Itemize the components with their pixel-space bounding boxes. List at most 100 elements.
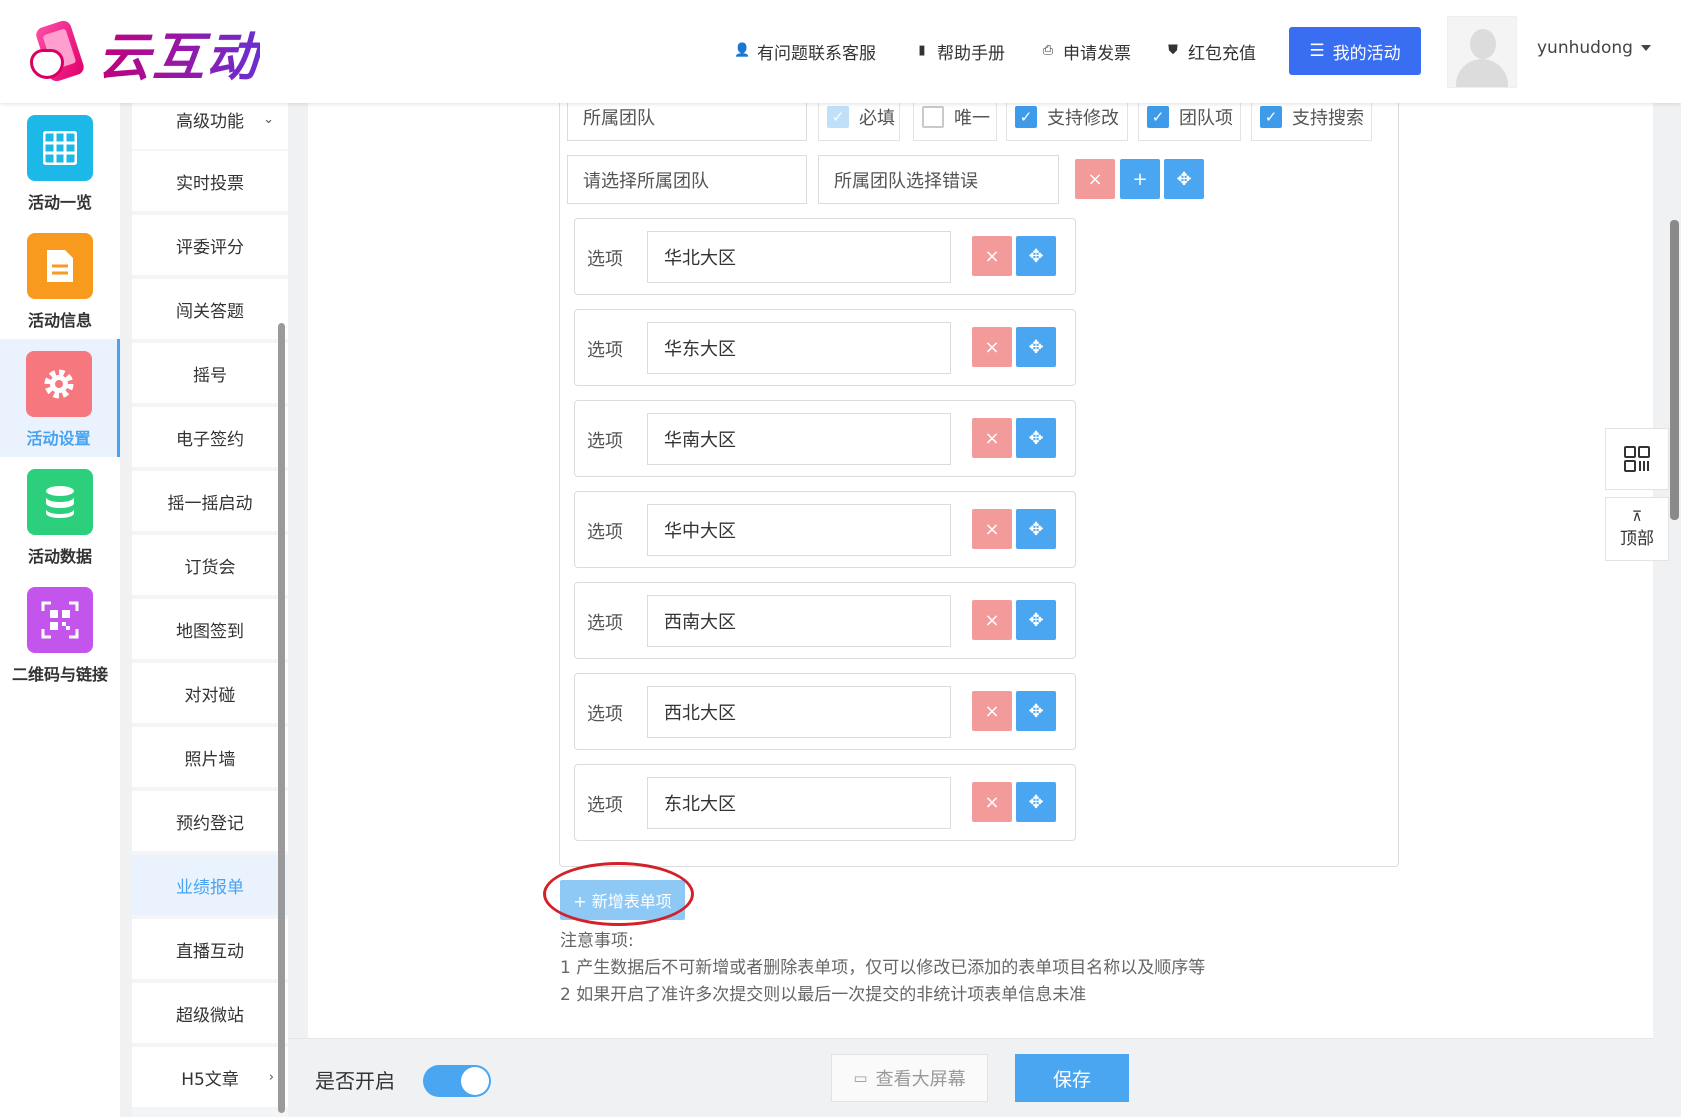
contact-support-link[interactable]: 👤 有问题联系客服 [734, 26, 876, 76]
option-input[interactable]: 西北大区 [647, 686, 951, 738]
page-scrollbar[interactable] [1670, 220, 1679, 520]
notes-section: 注意事项: 1 产生数据后不可新增或者删除表单项，仅可以修改已添加的表单项目名称… [560, 928, 1205, 1009]
menu-item-live-vote[interactable]: 实时投票 [132, 151, 288, 211]
qrcode-icon [1624, 446, 1650, 472]
add-option-button[interactable]: + [1120, 159, 1160, 199]
move-icon: ✥ [1028, 518, 1044, 540]
option-input[interactable]: 华东大区 [647, 322, 951, 374]
qrcode-float-button[interactable] [1605, 428, 1669, 490]
option-input[interactable]: 华北大区 [647, 231, 951, 283]
menu-item-reservation[interactable]: 预约登记 [132, 791, 288, 851]
user-plus-icon: 👤 [734, 43, 751, 58]
option-row: 选项 华东大区 × ✥ [574, 309, 1076, 386]
move-option-button[interactable]: ✥ [1016, 327, 1056, 367]
option-row: 选项 西南大区 × ✥ [574, 582, 1076, 659]
option-input[interactable]: 西南大区 [647, 595, 951, 647]
delete-option-button[interactable]: × [972, 600, 1012, 640]
move-icon: ✥ [1176, 168, 1192, 190]
bottom-action-bar: 是否开启 ▭ 查看大屏幕 保存 [288, 1038, 1653, 1117]
option-input[interactable]: 华中大区 [647, 504, 951, 556]
qrcode-icon [27, 587, 93, 653]
close-icon: × [984, 518, 1000, 540]
delete-option-button[interactable]: × [972, 327, 1012, 367]
check-icon: ✓ [1147, 106, 1169, 128]
back-to-top-button[interactable]: ⊼ 顶部 [1605, 497, 1669, 561]
arrow-up-icon: ⊼ [1631, 508, 1643, 525]
phone-logo-icon [28, 18, 90, 85]
my-activity-button[interactable]: ☰ 我的活动 [1289, 27, 1421, 75]
save-button[interactable]: 保存 [1015, 1054, 1129, 1102]
close-icon: × [984, 245, 1000, 267]
menu-item-quiz[interactable]: 闯关答题 [132, 279, 288, 339]
check-icon: ✓ [827, 106, 849, 128]
avatar[interactable] [1447, 16, 1517, 88]
option-input[interactable]: 东北大区 [647, 777, 951, 829]
printer-icon: ⎙ [1042, 43, 1054, 58]
red-packet-recharge-link[interactable]: ⛊ 红包充值 [1165, 26, 1256, 76]
move-option-button[interactable]: ✥ [1016, 418, 1056, 458]
list-icon: ☰ [1309, 41, 1325, 61]
logo[interactable]: 云互动 [28, 12, 298, 92]
delete-option-button[interactable]: × [972, 691, 1012, 731]
gear-icon [25, 351, 92, 417]
close-icon: × [984, 609, 1000, 631]
menu-item-match[interactable]: 对对碰 [132, 663, 288, 723]
view-big-screen-button[interactable]: ▭ 查看大屏幕 [831, 1054, 988, 1102]
menu-item-e-sign[interactable]: 电子签约 [132, 407, 288, 467]
option-input[interactable]: 华南大区 [647, 413, 951, 465]
option-row: 选项 华南大区 × ✥ [574, 400, 1076, 477]
document-icon [27, 233, 93, 299]
plus-icon: + [1132, 168, 1148, 190]
enable-toggle[interactable] [423, 1065, 491, 1097]
option-row: 选项 华北大区 × ✥ [574, 218, 1076, 295]
sidebar-item-activity-list[interactable]: 活动一览 [0, 103, 120, 221]
move-icon: ✥ [1028, 609, 1044, 631]
placeholder-input[interactable]: 请选择所属团队 [567, 155, 807, 204]
menu-item-micro-site[interactable]: 超级微站 [132, 983, 288, 1043]
menu-item-h5-article[interactable]: H5文章 › [132, 1047, 288, 1107]
move-option-button[interactable]: ✥ [1016, 600, 1056, 640]
close-icon: × [984, 427, 1000, 449]
database-icon [27, 469, 93, 535]
note-line: 2 如果开启了准许多次提交则以最后一次提交的非统计项表单信息未准 [560, 985, 1087, 1005]
menu-item-order-fair[interactable]: 订货会 [132, 535, 288, 595]
invoice-link[interactable]: ⎙ 申请发票 [1040, 26, 1131, 76]
help-manual-link[interactable]: ▮ 帮助手册 [914, 26, 1005, 76]
move-icon: ✥ [1028, 336, 1044, 358]
highlight-circle [543, 862, 694, 926]
menu-item-photo-wall[interactable]: 照片墙 [132, 727, 288, 787]
option-row: 选项 华中大区 × ✥ [574, 491, 1076, 568]
menu-scrollbar[interactable] [278, 323, 285, 1113]
move-option-button[interactable]: ✥ [1016, 782, 1056, 822]
error-message-input[interactable]: 所属团队选择错误 [818, 155, 1059, 204]
shield-check-icon: ⛊ [1168, 43, 1178, 58]
menu-item-live-interaction[interactable]: 直播互动 [132, 919, 288, 979]
user-menu[interactable]: yunhudong [1537, 38, 1651, 58]
sidebar-item-activity-settings[interactable]: 活动设置 [0, 339, 120, 457]
move-option-button[interactable]: ✥ [1016, 691, 1056, 731]
move-option-button[interactable]: ✥ [1016, 236, 1056, 276]
close-icon: × [1087, 168, 1103, 190]
close-icon: × [984, 700, 1000, 722]
top-header: 云互动 👤 有问题联系客服 ▮ 帮助手册 ⎙ 申请发票 ⛊ 红包充值 ☰ 我的活动 yun… [0, 0, 1681, 103]
menu-item-performance-report[interactable]: 业绩报单 [132, 855, 288, 915]
delete-option-button[interactable]: × [972, 236, 1012, 276]
book-icon: ▮ [918, 43, 926, 58]
option-row: 选项 东北大区 × ✥ [574, 764, 1076, 841]
sidebar-item-qrcode-links[interactable]: 二维码与链接 [0, 575, 120, 693]
form-item-container [559, 100, 1399, 867]
move-field-button[interactable]: ✥ [1164, 159, 1204, 199]
delete-option-button[interactable]: × [972, 782, 1012, 822]
sidebar-item-activity-info[interactable]: 活动信息 [0, 221, 120, 339]
sidebar-item-activity-data[interactable]: 活动数据 [0, 457, 120, 575]
menu-item-map-checkin[interactable]: 地图签到 [132, 599, 288, 659]
delete-option-button[interactable]: × [972, 509, 1012, 549]
menu-item-judge-score[interactable]: 评委评分 [132, 215, 288, 275]
delete-option-button[interactable]: × [972, 418, 1012, 458]
delete-field-button[interactable]: × [1075, 159, 1115, 199]
secondary-menu: 高级功能 ⌄ 实时投票 评委评分 闯关答题 摇号 电子签约 摇一摇启动 订货会 地… [132, 89, 288, 1117]
menu-item-lottery[interactable]: 摇号 [132, 343, 288, 403]
move-option-button[interactable]: ✥ [1016, 509, 1056, 549]
menu-item-shake-start[interactable]: 摇一摇启动 [132, 471, 288, 531]
close-icon: × [984, 336, 1000, 358]
